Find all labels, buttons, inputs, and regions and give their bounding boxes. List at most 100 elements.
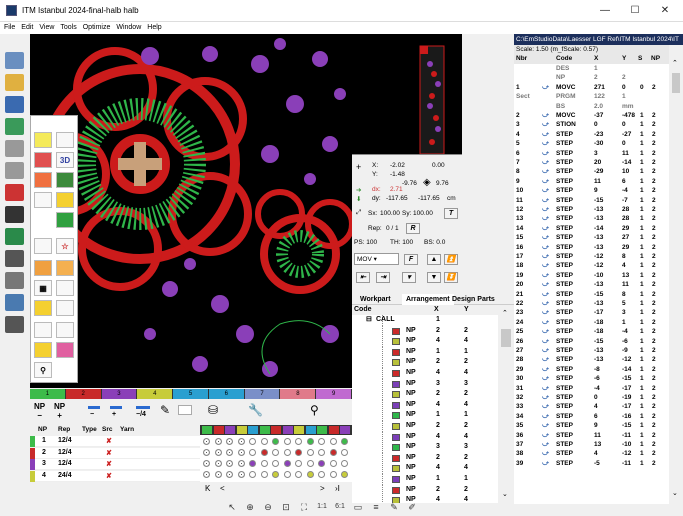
up-arrow-button[interactable]: ▲ — [427, 254, 441, 265]
measure-icon[interactable]: ≡ — [369, 500, 383, 514]
divide-bar-icon[interactable] — [136, 406, 150, 409]
stitch-row[interactable]: 20 STEP -13 11 1 2 ⤻ — [514, 280, 669, 289]
stitch-row[interactable]: 32 STEP 0 -19 1 2 ⤻ — [514, 393, 669, 402]
stitch-row[interactable]: 26 STEP -15 -6 1 2 ⤻ — [514, 337, 669, 346]
needle-dot[interactable] — [249, 460, 256, 467]
needle-dot[interactable] — [260, 471, 268, 478]
play-icon[interactable] — [5, 228, 24, 245]
scroll-thumb[interactable] — [672, 73, 680, 93]
open-folder-icon[interactable] — [5, 74, 24, 91]
stitch-row[interactable]: 18 STEP -12 4 1 2 ⤻ — [514, 261, 669, 270]
needle-dot[interactable] — [237, 449, 245, 456]
needle-dot[interactable] — [318, 438, 325, 445]
arrangement-row[interactable]: NP 2 2 — [352, 325, 498, 337]
palette-tool-2[interactable] — [56, 132, 74, 148]
stitch-row[interactable]: 34 STEP 6 -16 1 2 ⤻ — [514, 412, 669, 421]
stitch-row[interactable]: 36 STEP 11 -11 1 2 ⤻ — [514, 431, 669, 440]
palette-tool-8[interactable] — [56, 192, 74, 208]
needle-dot[interactable] — [341, 460, 348, 467]
stitch-row[interactable]: 19 STEP -10 13 1 2 ⤻ — [514, 271, 669, 280]
stitch-row[interactable]: 23 STEP -17 3 1 2 ⤻ — [514, 308, 669, 317]
r-button[interactable]: R — [406, 223, 420, 234]
stitch-row[interactable]: 39 STEP -5 -11 1 2 ⤻ — [514, 459, 669, 468]
palette-tool-13[interactable] — [56, 260, 74, 276]
plus-button[interactable]: + — [112, 411, 116, 418]
stitch-row[interactable]: 9 STEP 11 6 1 2 ⤻ — [514, 177, 669, 186]
star-icon[interactable]: ☆ — [56, 238, 74, 254]
stitch-row[interactable]: 33 STEP 4 -17 1 2 ⤻ — [514, 402, 669, 411]
needle-dot[interactable] — [329, 460, 337, 467]
arrangement-row[interactable]: ⊟ CALL 1 — [352, 315, 498, 326]
needle-dot[interactable] — [283, 460, 291, 467]
new-file-icon[interactable] — [5, 52, 24, 69]
stitch-row[interactable]: 22 STEP -13 5 1 2 ⤻ — [514, 299, 669, 308]
tab-arrangement[interactable]: Arrangement — [402, 294, 454, 305]
pencil-icon[interactable]: ✎ — [160, 403, 170, 417]
close-button[interactable]: ✕ — [650, 3, 680, 19]
needle-dot[interactable] — [272, 438, 279, 445]
ruler-icon[interactable]: ▭ — [351, 500, 365, 514]
wrench-icon[interactable]: ✐ — [405, 500, 419, 514]
needle-dot[interactable] — [226, 449, 233, 456]
needle-dot[interactable] — [237, 438, 245, 445]
arrangement-row[interactable]: NP 2 2 — [352, 452, 498, 464]
arrangement-row[interactable]: NP 4 4 — [352, 431, 498, 443]
needle-dot[interactable] — [203, 438, 210, 445]
arrangement-scrollbar[interactable]: ⌃ ⌄ — [498, 305, 514, 503]
palette-tool-17[interactable] — [56, 300, 74, 316]
palette-tool-15[interactable] — [56, 280, 74, 296]
palette-tool-18[interactable] — [34, 322, 52, 338]
needle-dot[interactable] — [283, 449, 291, 456]
fit-icon[interactable]: ⛶ — [297, 500, 311, 514]
arrangement-row[interactable]: NP 4 4 — [352, 463, 498, 475]
scroll-down-icon[interactable]: ⌄ — [672, 489, 678, 497]
arrangement-row[interactable]: NP 3 3 — [352, 442, 498, 454]
stitch-row[interactable]: DES 1 — [514, 64, 669, 73]
color-slot[interactable]: 4 — [137, 389, 174, 399]
needle-dot[interactable] — [272, 460, 279, 467]
stitch-row[interactable]: 38 STEP 4 -12 1 2 ⤻ — [514, 449, 669, 458]
down-arrow-button[interactable]: ▼ — [427, 272, 441, 283]
palette-tool-6[interactable] — [56, 172, 74, 188]
stitch-tool-icon[interactable] — [5, 184, 24, 201]
arrangement-row[interactable]: NP 2 2 — [352, 421, 498, 432]
color-slot[interactable]: 3 — [101, 389, 138, 399]
yarn-src-mark[interactable]: ✘ — [106, 437, 112, 445]
scroll-down-icon[interactable]: ⌄ — [502, 490, 508, 498]
arrangement-row[interactable]: NP 1 1 — [352, 474, 498, 485]
pen-icon[interactable]: ✎ — [387, 500, 401, 514]
pin-icon[interactable]: ⚲ — [34, 362, 52, 378]
tab-workpart[interactable]: Workpart — [360, 294, 391, 305]
stitch-row[interactable]: 31 STEP -4 -17 1 2 ⤻ — [514, 384, 669, 393]
needle-dot[interactable] — [203, 471, 210, 478]
sx-value[interactable]: 100.00 — [380, 210, 400, 217]
color-slot[interactable]: 7 — [244, 389, 281, 399]
scroll-up-icon[interactable]: ⌃ — [672, 59, 678, 67]
yarn-row[interactable]: 2 12/4 ✘ — [30, 447, 200, 459]
palette-tool-16[interactable] — [34, 300, 52, 316]
menu-edit[interactable]: Edit — [21, 22, 33, 34]
stitch-row[interactable]: 1 MOVC 271 0 0 2 ⤻ — [514, 83, 669, 92]
scroll-up-icon[interactable]: ⌃ — [502, 309, 508, 317]
stitch-row[interactable]: 17 STEP -12 8 1 2 ⤻ — [514, 252, 669, 261]
needle-dot[interactable] — [295, 460, 302, 467]
stitch-row[interactable]: 8 STEP -29 10 1 2 ⤻ — [514, 167, 669, 176]
needle-dot[interactable] — [341, 438, 348, 445]
stitch-row[interactable]: 29 STEP -8 -14 1 2 ⤻ — [514, 365, 669, 374]
needle-dot[interactable] — [249, 471, 256, 478]
zoom-out-icon[interactable]: ⊖ — [261, 500, 275, 514]
menu-tools[interactable]: Tools — [60, 22, 76, 34]
arrangement-row[interactable]: NP 4 4 — [352, 336, 498, 348]
mov-select[interactable]: MOV ▾ — [354, 253, 399, 265]
needle-dot[interactable] — [272, 471, 279, 478]
needle-dot[interactable] — [226, 460, 233, 467]
design-canvas[interactable] — [30, 34, 352, 388]
stitch-row[interactable]: 27 STEP -13 -9 1 2 ⤻ — [514, 346, 669, 355]
needle-dot[interactable] — [329, 471, 337, 478]
stitch-row[interactable]: 15 STEP -13 27 1 2 ⤻ — [514, 233, 669, 242]
stitch-row[interactable]: 21 STEP -15 8 1 2 ⤻ — [514, 290, 669, 299]
needle-dot[interactable] — [260, 449, 268, 456]
arrangement-row[interactable]: NP 3 3 — [352, 378, 498, 390]
stitch-row[interactable]: 14 STEP -14 29 1 2 ⤻ — [514, 224, 669, 233]
needle-dot[interactable] — [226, 471, 233, 478]
